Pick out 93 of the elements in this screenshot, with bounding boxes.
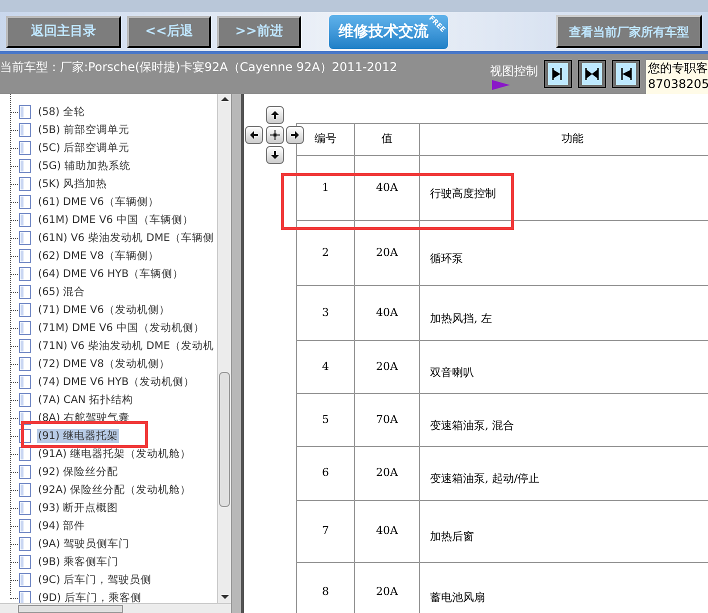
arrow-bar-icon bbox=[584, 66, 600, 82]
page-icon bbox=[19, 231, 31, 245]
pan-left-button[interactable] bbox=[245, 126, 263, 144]
horizontal-scrollbar[interactable] bbox=[0, 603, 231, 613]
center-button[interactable] bbox=[266, 126, 284, 144]
view-toggle-button[interactable] bbox=[578, 60, 606, 88]
tree-item[interactable]: (91) 继电器托架 bbox=[37, 429, 119, 443]
triangle-icon bbox=[492, 80, 510, 90]
pan-down-icon bbox=[270, 150, 280, 160]
pan-up-button[interactable] bbox=[266, 106, 284, 124]
splitter-bar[interactable] bbox=[232, 94, 244, 613]
tree-item[interactable]: (71N) V6 柴油发动机 DME（发动机 bbox=[37, 339, 216, 353]
table-cell: 7 bbox=[296, 500, 354, 562]
table-cell: 8 bbox=[296, 562, 354, 613]
contact-text: 您的专职客 bbox=[648, 60, 706, 76]
view-toggle-button[interactable] bbox=[544, 60, 572, 88]
tree-item[interactable]: (62) DME V8（车辆侧） bbox=[37, 249, 160, 263]
page-icon bbox=[19, 555, 31, 569]
page-icon bbox=[19, 537, 31, 551]
tree-item[interactable]: (5B) 前部空调单元 bbox=[37, 123, 130, 137]
pan-left-icon bbox=[249, 130, 259, 140]
table-cell: 6 bbox=[296, 446, 354, 500]
page-icon bbox=[19, 573, 31, 587]
page-icon bbox=[19, 447, 31, 461]
table-cell: 4 bbox=[296, 340, 354, 394]
page-icon bbox=[19, 483, 31, 497]
center-icon bbox=[270, 130, 280, 140]
tree-item[interactable]: (91A) 继电器托架（发动机舱） bbox=[37, 447, 192, 461]
vertical-scrollbar[interactable] bbox=[217, 94, 231, 603]
view-control-label: 视图控制 bbox=[490, 63, 538, 80]
tree-item[interactable]: (64) DME V6 HYB（车辆侧） bbox=[37, 267, 185, 281]
page-icon bbox=[19, 591, 31, 603]
page-icon bbox=[19, 339, 31, 353]
view-toggle-button[interactable] bbox=[612, 60, 640, 88]
page-icon bbox=[19, 141, 31, 155]
page-icon bbox=[19, 123, 31, 137]
column-header: 值 bbox=[354, 124, 420, 156]
table-cell: 40A bbox=[354, 500, 420, 562]
table-cell: 1 bbox=[296, 156, 354, 220]
tree-item[interactable]: (74) DME V6 HYB（发动机侧） bbox=[37, 375, 196, 389]
current-model-text: 当前车型：厂家:Porsche(保时捷)卡宴92A（Cayenne 92A）2011-2012 bbox=[0, 59, 398, 76]
tree-item[interactable]: (5K) 风挡加热 bbox=[37, 177, 108, 191]
pan-right-icon bbox=[290, 130, 300, 140]
pan-up-icon bbox=[270, 110, 280, 120]
pan-right-button[interactable] bbox=[286, 126, 304, 144]
table-cell: 2 bbox=[296, 220, 354, 286]
page-icon bbox=[19, 249, 31, 263]
table-cell: 20A bbox=[354, 446, 420, 500]
page-icon bbox=[19, 501, 31, 515]
table-cell: 3 bbox=[296, 286, 354, 340]
tree-item[interactable]: (61) DME V6（车辆侧） bbox=[37, 195, 160, 209]
tree-item[interactable]: (93) 断开点概图 bbox=[37, 501, 119, 515]
pan-down-button[interactable] bbox=[266, 146, 284, 164]
page-icon bbox=[19, 393, 31, 407]
contact-text: 87038205 bbox=[648, 76, 706, 92]
table-cell: 40A bbox=[354, 286, 420, 340]
page-icon bbox=[19, 519, 31, 533]
page-icon bbox=[19, 321, 31, 335]
page-icon bbox=[19, 105, 31, 119]
table-cell: 20A bbox=[354, 340, 420, 394]
table-cell: 20A bbox=[354, 220, 420, 286]
tree-item[interactable]: (92A) 保险丝分配（发动机舱） bbox=[37, 483, 192, 497]
page-icon bbox=[19, 357, 31, 371]
table-cell: 40A bbox=[354, 156, 420, 220]
tree-item[interactable]: (58) 全轮 bbox=[37, 105, 86, 119]
tree-item[interactable]: (94) 部件 bbox=[37, 519, 86, 533]
tree-item[interactable]: (61N) V6 柴油发动机 DME（车辆侧 bbox=[37, 231, 216, 245]
tree-item[interactable]: (71) DME V6（发动机侧） bbox=[37, 303, 171, 317]
tree-item[interactable]: (72) DME V8（发动机侧） bbox=[37, 357, 171, 371]
tree-item[interactable]: (71M) DME V6 中国（发动机侧） bbox=[37, 321, 206, 335]
page-icon bbox=[19, 267, 31, 281]
tree-item[interactable]: (7A) CAN 拓扑结构 bbox=[37, 393, 134, 407]
page-icon bbox=[19, 465, 31, 479]
tree-item[interactable]: (92) 保险丝分配 bbox=[37, 465, 119, 479]
tree-item[interactable]: (9A) 驾驶员侧车门 bbox=[37, 537, 130, 551]
page-icon bbox=[19, 195, 31, 209]
tree-item[interactable]: (9B) 乘客侧车门 bbox=[37, 555, 120, 569]
tree-item[interactable]: (5C) 后部空调单元 bbox=[37, 141, 131, 155]
column-header: 功能 bbox=[420, 124, 708, 156]
table-cell: 70A bbox=[354, 394, 420, 446]
page-icon bbox=[19, 213, 31, 227]
tree-item[interactable]: (65) 混合 bbox=[37, 285, 86, 299]
column-header: 编号 bbox=[296, 124, 354, 156]
tree-item[interactable]: (61M) DME V6 中国（车辆侧） bbox=[37, 213, 194, 227]
tree-item[interactable]: (5G) 辅助加热系统 bbox=[37, 159, 132, 173]
page-icon bbox=[19, 177, 31, 191]
tree-item[interactable]: (9C) 后车门，驾驶员侧 bbox=[37, 573, 153, 587]
page-icon bbox=[19, 375, 31, 389]
page-icon bbox=[19, 159, 31, 173]
tree-item[interactable]: (9D) 后车门，乘客侧 bbox=[37, 591, 142, 603]
table-cell: 5 bbox=[296, 394, 354, 446]
page-icon bbox=[19, 285, 31, 299]
page-icon bbox=[19, 303, 31, 317]
